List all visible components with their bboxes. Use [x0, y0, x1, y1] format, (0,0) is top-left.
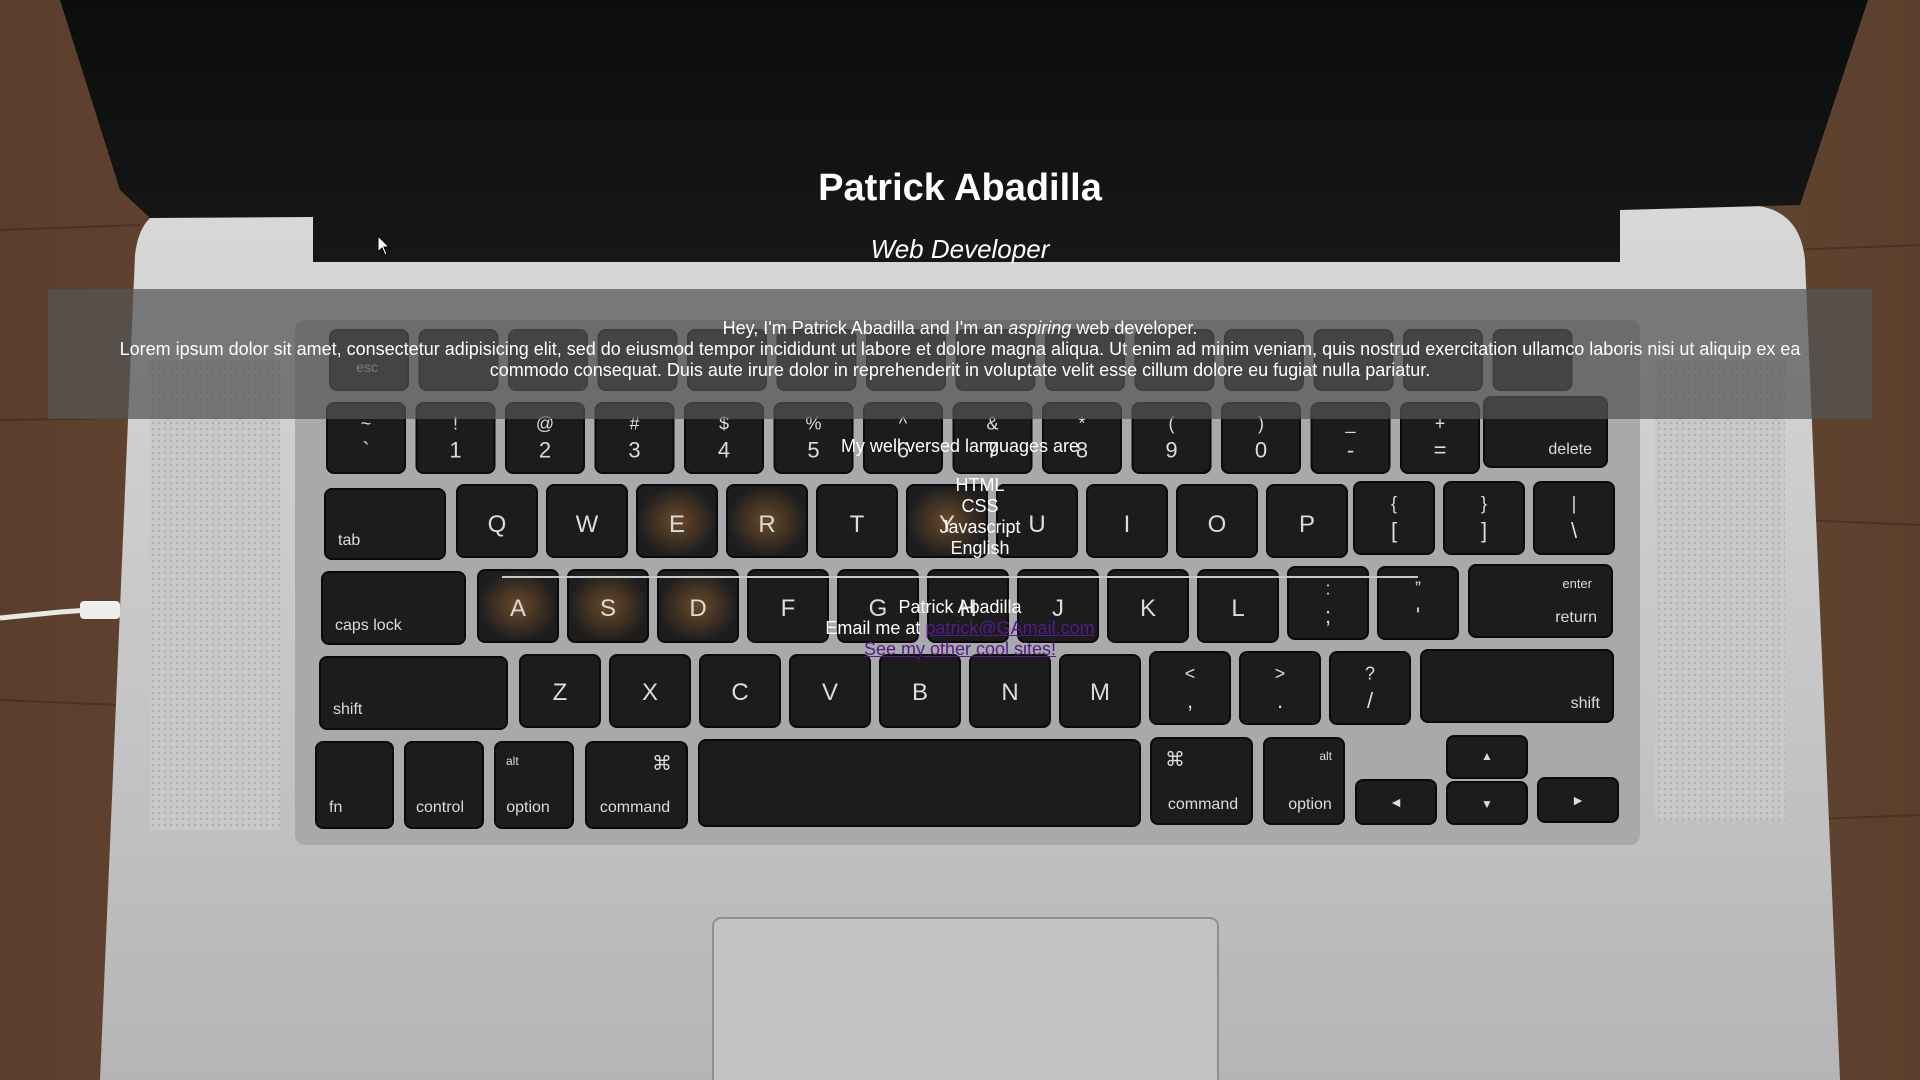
- language-item: HTML: [955, 475, 1005, 495]
- intro-text: Hey, I'm Patrick Abadilla and I'm an asp…: [118, 318, 1802, 381]
- footer-name: Patrick Abadilla: [898, 597, 1022, 617]
- site-content: Patrick Abadilla Web Developer Hey, I'm …: [0, 0, 1920, 1080]
- divider: [502, 576, 1418, 578]
- intro-lead-emphasis: aspiring: [1008, 318, 1072, 338]
- language-item: CSS: [961, 496, 999, 516]
- page-subtitle: Web Developer: [870, 234, 1050, 264]
- footer-sites-line: See my other cool sites!: [0, 639, 1920, 660]
- intro-body: Lorem ipsum dolor sit amet, consectetur …: [119, 339, 1801, 380]
- languages-heading: My well versed languages are: [840, 436, 1080, 456]
- intro-lead-after: web developer.: [1071, 318, 1198, 338]
- other-sites-link[interactable]: See my other cool sites!: [864, 639, 1056, 659]
- page: esc~`!1@2#3$4%5^6&7*8(9)0_-+=deletetabQW…: [0, 0, 1920, 1080]
- language-item: English: [950, 538, 1010, 558]
- footer-email-line: Email me at patrick@GAmail.com: [0, 618, 1920, 639]
- mouse-cursor-icon: [377, 235, 391, 256]
- footer-email-prefix: Email me at: [825, 618, 926, 638]
- page-title: Patrick Abadilla: [818, 167, 1102, 209]
- languages-list: HTML CSS Javascript English: [0, 475, 1920, 559]
- intro-lead-before: Hey, I'm Patrick Abadilla and I'm an: [722, 318, 1009, 338]
- intro-panel: Hey, I'm Patrick Abadilla and I'm an asp…: [48, 289, 1872, 419]
- footer: Patrick Abadilla Email me at patrick@GAm…: [0, 597, 1920, 660]
- language-item: Javascript: [939, 517, 1021, 537]
- email-link[interactable]: patrick@GAmail.com: [925, 618, 1094, 638]
